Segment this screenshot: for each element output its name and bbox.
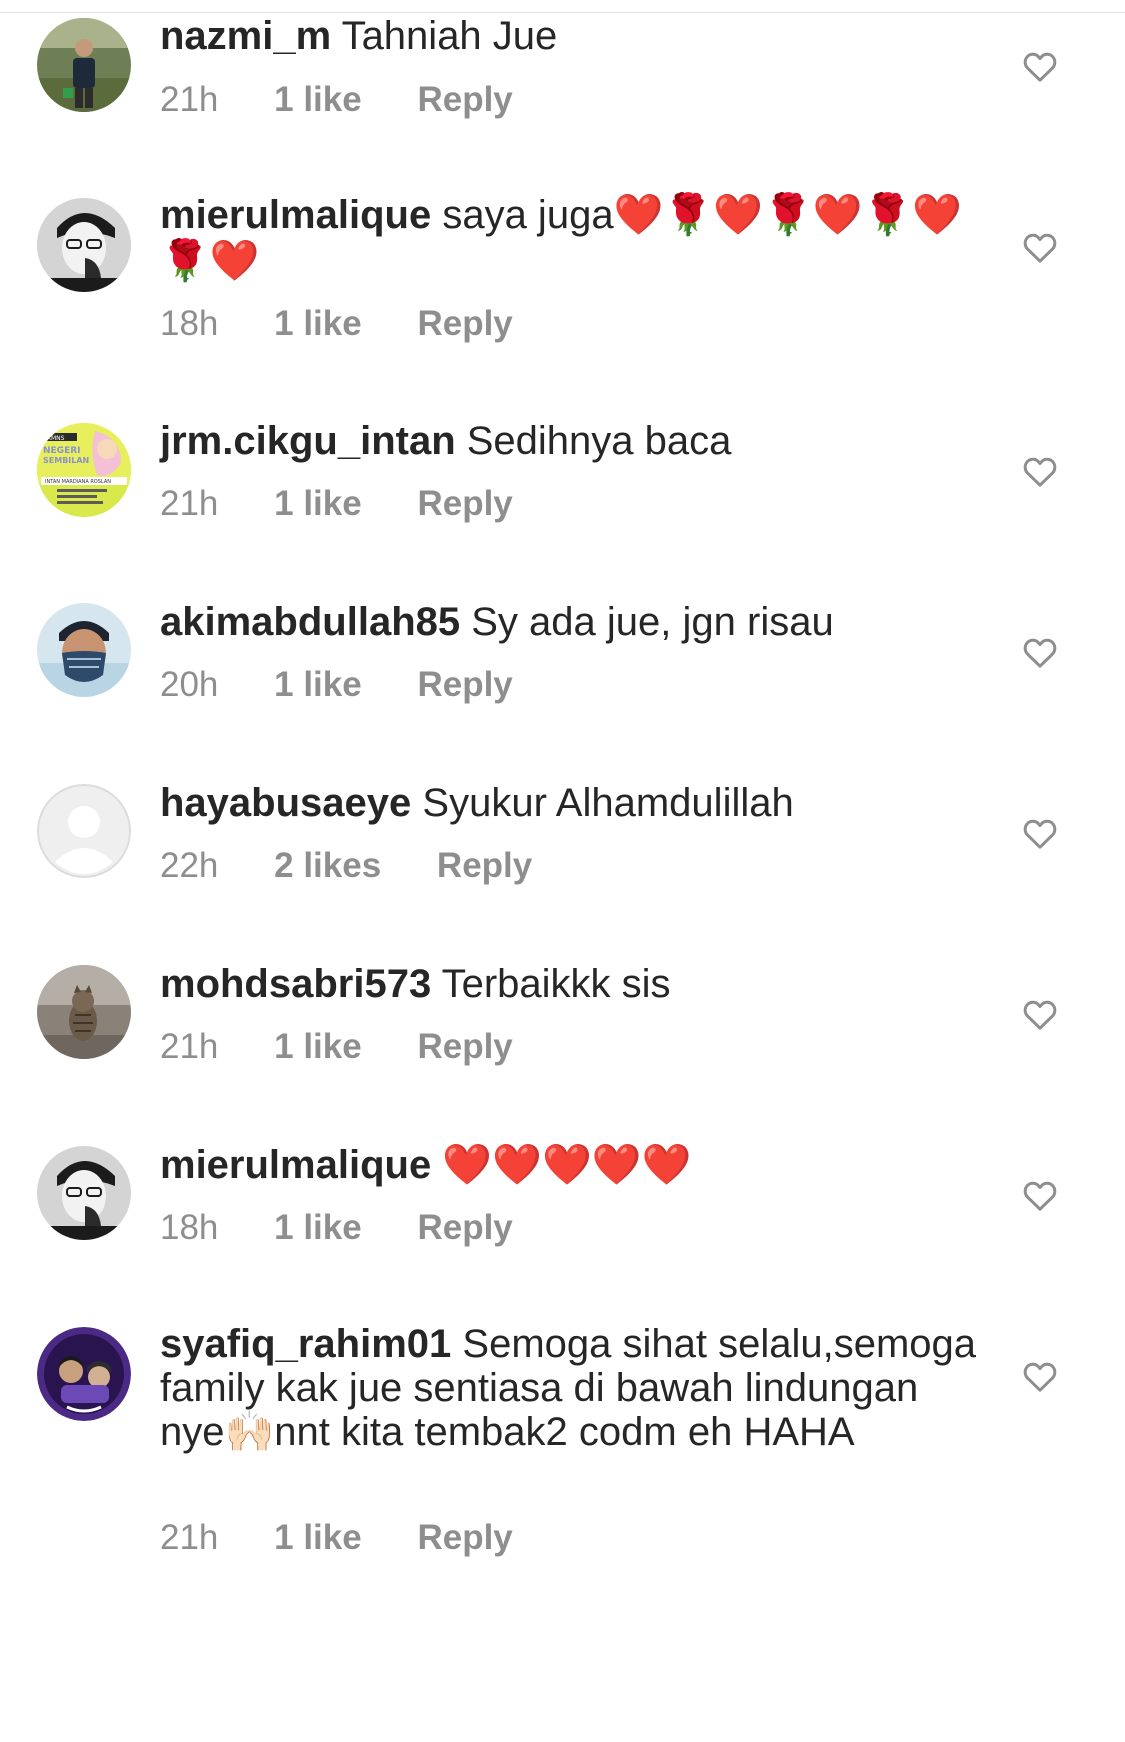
comment-username[interactable]: jrm.cikgu_intan [160, 419, 456, 463]
avatar[interactable]: JRMNS NEGERI SEMBILAN INTAN MARDIANA ROS… [37, 423, 131, 517]
reply-button[interactable]: Reply [417, 1208, 512, 1247]
comment-meta: 21h 1 like Reply [160, 484, 559, 524]
comment-time: 21h [160, 80, 219, 119]
comment-meta: 21h 1 like Reply [160, 1518, 559, 1558]
heart-outline-icon[interactable] [1020, 227, 1060, 267]
comment-meta: 21h 1 like Reply [160, 80, 559, 120]
reply-button[interactable]: Reply [417, 1518, 512, 1557]
comment-username[interactable]: mierulmalique [160, 1143, 431, 1187]
comment-likes[interactable]: 1 like [274, 304, 362, 343]
comment-time: 18h [160, 304, 219, 343]
comment-likes[interactable]: 1 like [274, 665, 362, 704]
comment-time: 20h [160, 665, 219, 704]
heart-outline-icon[interactable] [1020, 1356, 1060, 1396]
avatar[interactable] [37, 18, 131, 112]
heart-outline-icon[interactable] [1020, 46, 1060, 86]
heart-outline-icon[interactable] [1020, 632, 1060, 672]
comment-time: 21h [160, 1027, 219, 1066]
avatar[interactable] [37, 603, 131, 697]
avatar-name-line: INTAN MARDIANA ROSLAN [45, 479, 111, 485]
comment-time: 21h [160, 1518, 219, 1557]
avatar[interactable] [37, 1327, 131, 1421]
heart-outline-icon[interactable] [1020, 1175, 1060, 1215]
comment-likes[interactable]: 1 like [274, 80, 362, 119]
avatar-title-line: SEMBILAN [43, 456, 89, 465]
comment-meta: 22h 2 likes Reply [160, 846, 578, 886]
avatar[interactable] [37, 784, 131, 878]
comment-text: mierulmalique ❤️❤️❤️❤️❤️ [160, 1141, 980, 1189]
comment-message: Terbaikkk sis [441, 962, 671, 1006]
avatar[interactable] [37, 1146, 131, 1240]
comment-text: hayabusaeye Syukur Alhamdulillah [160, 779, 980, 827]
comment-username[interactable]: mierulmalique [160, 193, 431, 237]
comment-text: mohdsabri573 Terbaikkk sis [160, 960, 980, 1008]
comment-likes[interactable]: 1 like [274, 1208, 362, 1247]
reply-button[interactable]: Reply [417, 484, 512, 523]
comment-text: syafiq_rahim01 Semoga sihat selalu,semog… [160, 1322, 980, 1454]
comment-message: Sy ada jue, jgn risau [471, 600, 834, 644]
reply-button[interactable]: Reply [417, 1027, 512, 1066]
heart-outline-icon[interactable] [1020, 451, 1060, 491]
comment-message: ❤️❤️❤️❤️❤️ [442, 1143, 692, 1187]
comment-text: jrm.cikgu_intan Sedihnya baca [160, 417, 980, 465]
comment-meta: 18h 1 like Reply [160, 304, 559, 344]
avatar-badge-text: JRMNS [44, 435, 65, 442]
comment-message: Syukur Alhamdulillah [422, 781, 794, 825]
comment-time: 22h [160, 846, 219, 885]
comment-text: nazmi_m Tahniah Jue [160, 12, 980, 60]
comment-meta: 20h 1 like Reply [160, 665, 559, 705]
reply-button[interactable]: Reply [417, 80, 512, 119]
comment-time: 21h [160, 484, 219, 523]
comment-username[interactable]: syafiq_rahim01 [160, 1322, 451, 1366]
comment-meta: 21h 1 like Reply [160, 1027, 559, 1067]
comment-username[interactable]: akimabdullah85 [160, 600, 460, 644]
reply-button[interactable]: Reply [417, 304, 512, 343]
comment-text: mierulmalique saya juga❤️🌹❤️🌹❤️🌹❤️🌹❤️ [160, 192, 980, 284]
avatar[interactable] [37, 198, 131, 292]
reply-button[interactable]: Reply [417, 665, 512, 704]
comment-username[interactable]: mohdsabri573 [160, 962, 431, 1006]
comment-meta: 18h 1 like Reply [160, 1208, 559, 1248]
avatar-title-line: NEGERI [43, 446, 81, 456]
comment-likes[interactable]: 1 like [274, 1027, 362, 1066]
comment-time: 18h [160, 1208, 219, 1247]
avatar[interactable] [37, 965, 131, 1059]
comment-text: akimabdullah85 Sy ada jue, jgn risau [160, 598, 980, 646]
heart-outline-icon[interactable] [1020, 813, 1060, 853]
comment-likes[interactable]: 2 likes [274, 846, 381, 885]
reply-button[interactable]: Reply [437, 846, 532, 885]
comment-username[interactable]: hayabusaeye [160, 781, 411, 825]
comment-likes[interactable]: 1 like [274, 484, 362, 523]
comment-message: Sedihnya baca [466, 419, 732, 463]
comment-username[interactable]: nazmi_m [160, 14, 331, 58]
comment-message: Tahniah Jue [341, 14, 558, 58]
comment-likes[interactable]: 1 like [274, 1518, 362, 1557]
heart-outline-icon[interactable] [1020, 994, 1060, 1034]
